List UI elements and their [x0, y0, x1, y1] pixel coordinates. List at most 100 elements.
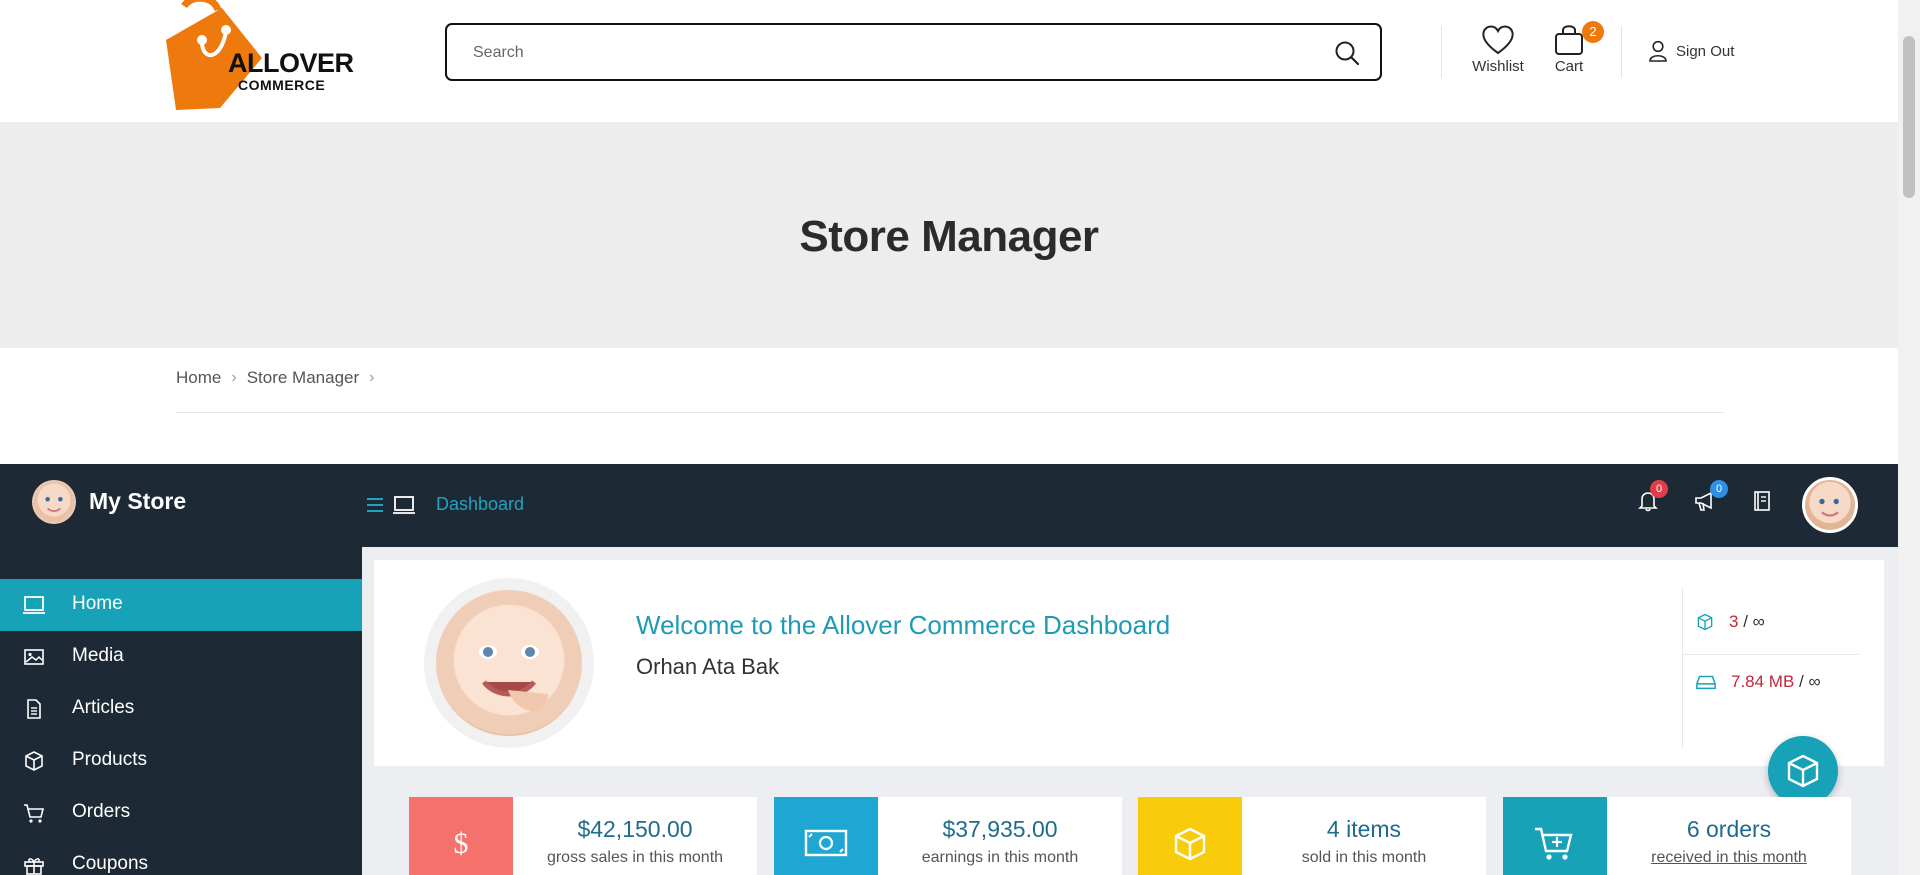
stat-card-orders-received[interactable]: 6 orders received in this month: [1503, 797, 1851, 875]
stat-card-earnings[interactable]: $37,935.00 earnings in this month: [774, 797, 1122, 875]
sidebar-item-articles[interactable]: Articles: [0, 683, 362, 735]
document-icon: [27, 699, 41, 719]
sidebar-item-label: Orders: [72, 801, 131, 822]
breadcrumb: Home › Store Manager ›: [176, 368, 374, 388]
book-icon: [1754, 491, 1770, 511]
sidebar-item-products[interactable]: Products: [0, 735, 362, 787]
store-avatar[interactable]: [32, 480, 76, 524]
stat-card-items-sold[interactable]: 4 items sold in this month: [1138, 797, 1486, 875]
hard-drive-icon: [1696, 675, 1716, 690]
breadcrumb-home[interactable]: Home: [176, 368, 221, 388]
products-used: 3: [1729, 612, 1739, 631]
stat-label: gross sales in this month: [546, 849, 724, 866]
product-quota: 3 / ∞: [1695, 612, 1765, 632]
knowledgebase-button[interactable]: [1752, 490, 1772, 517]
cube-icon: [25, 751, 43, 771]
scrollbar-thumb[interactable]: [1903, 36, 1915, 198]
space-quota: 7.84 MB / ∞: [1695, 672, 1821, 692]
stat-icon-box: [1503, 797, 1607, 875]
stat-label: earnings in this month: [921, 849, 1079, 866]
space-used: 7.84 MB: [1731, 672, 1795, 691]
announcements-badge: 0: [1710, 480, 1728, 498]
search-input[interactable]: Search: [473, 44, 524, 62]
baby-face-image: [1819, 498, 1839, 517]
breadcrumb-store-manager[interactable]: Store Manager: [247, 368, 359, 388]
sidebar-item-coupons[interactable]: Coupons: [0, 839, 362, 875]
chevron-right-icon: ›: [369, 369, 375, 386]
notifications-button[interactable]: 0: [1638, 480, 1668, 517]
stat-icon-box: [774, 797, 878, 875]
monitor-icon: [23, 596, 45, 614]
quota-separator: /: [1743, 612, 1748, 631]
hamburger-menu-icon[interactable]: [366, 497, 384, 513]
cart-plus-icon: [1535, 827, 1573, 860]
stat-card-gross-sales[interactable]: $ $42,150.00 gross sales in this month: [409, 797, 757, 875]
sidebar-item-media[interactable]: Media: [0, 631, 362, 683]
quota-separator: /: [1799, 672, 1804, 691]
space-limit: ∞: [1808, 672, 1821, 691]
cube-icon: [1787, 754, 1819, 788]
search-box[interactable]: Search: [445, 23, 1382, 81]
breadcrumb-divider: [176, 412, 1724, 413]
sidebar-item-orders[interactable]: Orders: [0, 787, 362, 839]
svg-text:$: $: [454, 827, 469, 860]
baby-face-image: [436, 590, 582, 736]
dollar-icon: $: [454, 827, 469, 860]
heart-icon: [1482, 25, 1514, 55]
cart-button[interactable]: Cart 2: [1548, 21, 1604, 75]
user-name: Orhan Ata Bak: [636, 654, 780, 679]
chevron-right-icon: ›: [231, 369, 237, 386]
gift-icon: [24, 858, 44, 875]
header-divider: [1621, 26, 1622, 78]
cart-icon: [24, 804, 45, 823]
sign-out-link[interactable]: Sign Out: [1648, 40, 1734, 62]
store-name[interactable]: My Store: [89, 488, 186, 515]
monitor-icon: [393, 495, 415, 514]
dashboard-menu[interactable]: Dashboard: [366, 494, 524, 515]
cube-icon: [1697, 613, 1713, 631]
floating-action-button[interactable]: [1768, 736, 1838, 806]
page-hero: Store Manager: [0, 122, 1898, 348]
welcome-title: Welcome to the Allover Commerce Dashboar…: [636, 610, 1171, 640]
stat-label: sold in this month: [1301, 849, 1427, 866]
stat-icon-box: $: [409, 797, 513, 875]
stat-value: 4 items: [1326, 816, 1402, 842]
stat-label-link[interactable]: received in this month: [1607, 849, 1851, 867]
cube-icon: [1174, 827, 1206, 861]
stat-value: $42,150.00: [577, 816, 693, 842]
quota-panel: 3 / ∞ 7.84 MB / ∞: [1682, 588, 1859, 748]
site-header: ALLOVER COMMERCE Search Wishlist Cart 2: [0, 0, 1898, 122]
dashboard-sidebar: Home Media Articles Products Orders Coup…: [0, 547, 362, 875]
cart-label: Cart: [1554, 58, 1584, 75]
sidebar-item-label: Coupons: [72, 853, 149, 874]
search-icon[interactable]: [1334, 40, 1360, 66]
announcements-button[interactable]: 0: [1694, 480, 1728, 517]
money-icon: [804, 829, 848, 857]
page-scrollbar[interactable]: [1898, 0, 1920, 875]
wishlist-button[interactable]: Wishlist: [1470, 24, 1526, 75]
wishlist-label: Wishlist: [1472, 58, 1524, 75]
baby-face-image: [45, 497, 63, 512]
site-logo[interactable]: ALLOVER COMMERCE: [162, 0, 354, 112]
dashboard-topbar: My Store Dashboard 0 0: [0, 464, 1898, 547]
logo-title: ALLOVER: [228, 48, 354, 78]
profile-avatar: [424, 578, 594, 748]
page-title: Store Manager: [799, 212, 1099, 261]
shopping-bag-icon: [1555, 25, 1583, 55]
page: ALLOVER COMMERCE Search Wishlist Cart 2: [0, 0, 1920, 875]
sidebar-item-label: Media: [72, 645, 124, 666]
user-icon: [1649, 40, 1667, 62]
user-avatar[interactable]: [1802, 477, 1858, 533]
sidebar-item-home[interactable]: Home: [0, 579, 362, 631]
quota-divider: [1683, 654, 1859, 655]
stat-value: 6 orders: [1686, 816, 1772, 842]
image-icon: [24, 649, 44, 665]
sidebar-item-label: Articles: [72, 697, 135, 718]
cart-count-badge: 2: [1582, 21, 1604, 43]
stat-value: $37,935.00: [942, 816, 1058, 842]
sidebar-item-label: Products: [72, 749, 147, 770]
dashboard-link[interactable]: Dashboard: [436, 494, 524, 515]
sign-out-label: Sign Out: [1676, 42, 1735, 60]
products-limit: ∞: [1752, 612, 1765, 631]
notifications-badge: 0: [1650, 480, 1668, 498]
